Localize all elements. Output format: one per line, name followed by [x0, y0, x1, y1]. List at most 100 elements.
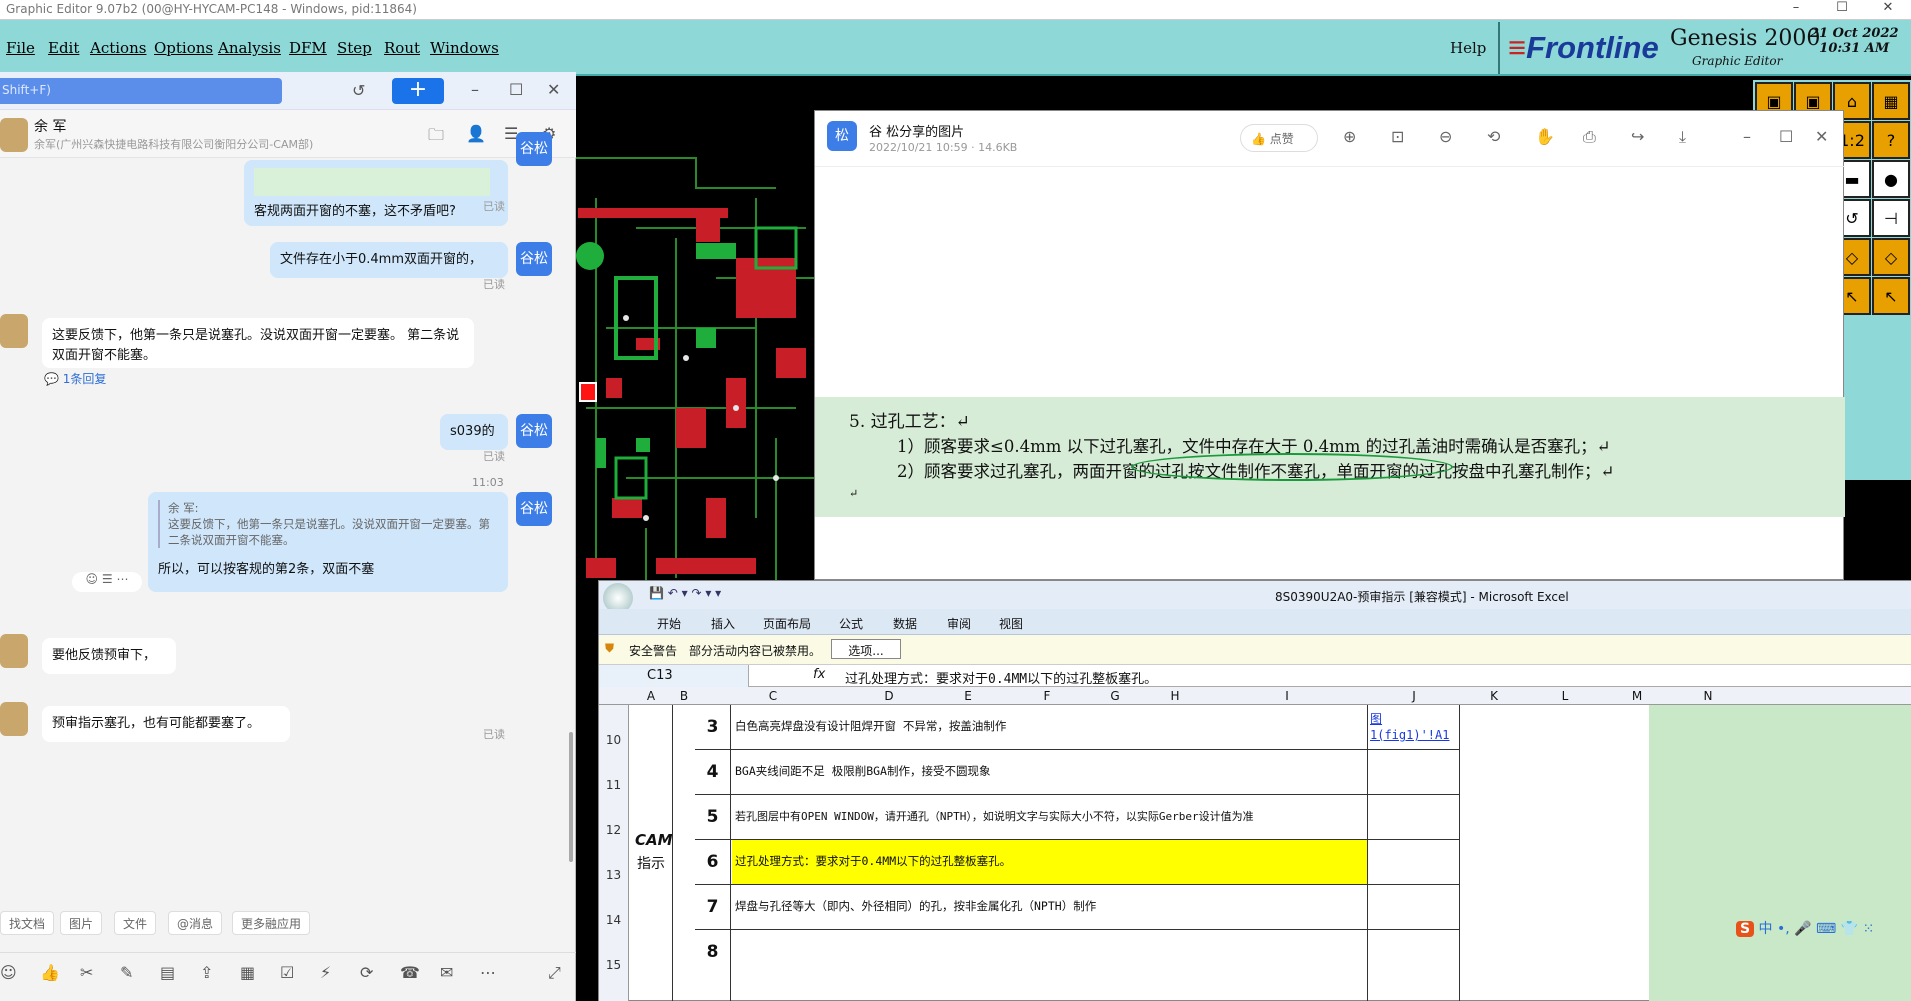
maximize-button[interactable]: ☐	[1819, 0, 1865, 15]
col-header-c[interactable]: C	[695, 689, 851, 703]
call-icon[interactable]: ☎	[400, 963, 420, 982]
contact-avatar[interactable]	[0, 314, 28, 348]
menu-windows[interactable]: Windows	[430, 39, 499, 57]
function-icon[interactable]: fx	[813, 667, 825, 682]
message-bubble[interactable]: s039的	[440, 414, 508, 450]
actual-size-icon[interactable]: ⊡	[1391, 127, 1404, 146]
table-row[interactable]: 5 若孔图层中有OPEN WINDOW，请开通孔（NPTH），如说明文字与实际大…	[695, 795, 1459, 840]
tab-page-layout[interactable]: 页面布局	[763, 615, 811, 632]
table-row[interactable]: 7 焊盘与孔径等大（即内、外径相同）的孔，按非金属化孔（NPTH）制作	[695, 885, 1459, 930]
reply-link[interactable]: 💬 1条回复	[44, 370, 106, 387]
sheet-grid[interactable]: CAM 指示 10 3 白色高亮焊盘没有设计阻焊开窗 不异常，按盖油制作 图1(…	[599, 705, 1911, 1001]
add-button[interactable]: +	[392, 78, 444, 104]
menu-rout[interactable]: Rout	[384, 39, 420, 57]
col-header-g[interactable]: G	[1085, 689, 1145, 703]
menu-edit[interactable]: Edit	[48, 39, 79, 57]
message-bubble[interactable]: 客规两面开窗的不塞，这不矛盾吧?	[244, 160, 508, 226]
row-number-15[interactable]: 15	[599, 930, 629, 1001]
col-header-h[interactable]: H	[1145, 689, 1205, 703]
menu-file[interactable]: File	[6, 39, 35, 57]
print-icon[interactable]: ⎙	[1583, 127, 1596, 147]
pcb-canvas[interactable]	[576, 78, 816, 598]
link-cell[interactable]	[1367, 840, 1459, 885]
expand-icon[interactable]: ⤢	[548, 963, 561, 983]
history-icon[interactable]: ↺	[352, 81, 365, 100]
share-icon[interactable]: ↪	[1631, 127, 1644, 146]
col-header-f[interactable]: F	[1009, 689, 1085, 703]
bolt-icon[interactable]: ⚡	[320, 963, 331, 982]
close-icon[interactable]: ✕	[1815, 127, 1828, 146]
sogou-icon[interactable]: S	[1736, 921, 1755, 937]
maximize-icon[interactable]: ☐	[1779, 127, 1793, 146]
maximize-icon[interactable]: ☐	[509, 80, 523, 99]
sync-icon[interactable]: ⟳	[360, 963, 373, 982]
mention-button[interactable]: @消息	[168, 911, 223, 935]
minimize-icon[interactable]: –	[471, 80, 479, 99]
menu-actions[interactable]: Actions	[90, 39, 146, 57]
rotate-icon[interactable]: ⟲	[1487, 127, 1500, 146]
contact-avatar[interactable]	[0, 118, 28, 152]
search-input[interactable]: Shift+F)	[0, 78, 282, 104]
scissors-icon[interactable]: ✂	[80, 963, 93, 982]
zoom-out-icon[interactable]: ⊖	[1439, 127, 1452, 146]
file-button[interactable]: 文件	[114, 911, 157, 935]
hyperlink[interactable]: 图1(fig1)'!A1	[1370, 711, 1458, 743]
col-header-l[interactable]: L	[1529, 689, 1601, 703]
link-cell[interactable]: 图1(fig1)'!A1	[1367, 705, 1459, 750]
like-button[interactable]: 👍 点赞	[1240, 124, 1318, 152]
tool-button-16[interactable]: ⊣	[1872, 199, 1910, 237]
add-user-icon[interactable]: 👤	[466, 124, 486, 143]
mail-icon[interactable]: ✉	[440, 963, 453, 982]
tool-button-4[interactable]: ▦	[1872, 82, 1910, 120]
col-header-k[interactable]: K	[1459, 689, 1529, 703]
download-icon[interactable]: ⤓	[1679, 127, 1686, 147]
formula-input[interactable]: 过孔处理方式：要求对于0.4MM以下的过孔整板塞孔。	[845, 668, 1157, 687]
tab-data[interactable]: 数据	[893, 615, 917, 632]
menu-analysis[interactable]: Analysis	[218, 39, 281, 57]
quick-access-icons[interactable]: 💾 ↶ ▾ ↷ ▾ ▾	[649, 586, 721, 600]
row-number-12[interactable]: 12	[599, 795, 629, 840]
scrollbar[interactable]	[569, 732, 573, 862]
upload-icon[interactable]: ⇪	[200, 963, 213, 982]
menu-step[interactable]: Step	[337, 39, 372, 57]
menu-help[interactable]: Help	[1450, 39, 1486, 57]
contact-avatar[interactable]	[0, 634, 28, 668]
tab-formulas[interactable]: 公式	[839, 615, 863, 632]
thumbs-up-icon[interactable]: 👍	[40, 963, 60, 982]
link-cell[interactable]	[1367, 930, 1459, 1001]
message-actions[interactable]: ☺ ☰ ⋯	[72, 572, 142, 592]
message-bubble[interactable]: 这要反馈下，他第一条只是说塞孔。没说双面开窗一定要塞。 第二条说双面开窗不能塞。	[42, 318, 474, 368]
table-row-highlighted[interactable]: 6 过孔处理方式：要求对于0.4MM以下的过孔整板塞孔。	[695, 840, 1459, 885]
shared-image[interactable]: 5. 过孔工艺：↵ 1）顾客要求≤0.4mm 以下过孔塞孔，文件中存在大于 0.…	[815, 397, 1845, 517]
tab-review[interactable]: 审阅	[947, 615, 971, 632]
minimize-icon[interactable]: –	[1743, 127, 1751, 146]
folder-icon[interactable]: 🗀	[428, 124, 444, 151]
tool-button-12[interactable]: ●	[1872, 160, 1910, 198]
col-header-a[interactable]: A	[629, 689, 673, 703]
message-bubble[interactable]: 文件存在小于0.4mm双面开窗的，	[270, 242, 508, 278]
self-avatar[interactable]: 谷松	[516, 492, 552, 526]
minimize-button[interactable]: –	[1773, 0, 1819, 15]
message-bubble[interactable]: 余 军: 这要反馈下，他第一条只是说塞孔。没说双面开窗一定要塞。第二条说双面开窗…	[148, 492, 508, 592]
row-number-10[interactable]: 10	[599, 705, 629, 750]
tab-insert[interactable]: 插入	[711, 615, 735, 632]
table-row[interactable]: 3 白色高亮焊盘没有设计阻焊开窗 不异常，按盖油制作 图1(fig1)'!A1	[695, 705, 1459, 750]
check-icon[interactable]: ☑	[280, 963, 294, 982]
document-icon[interactable]: ▤	[160, 963, 175, 982]
contact-avatar[interactable]	[0, 702, 28, 736]
sharer-avatar[interactable]: 松	[827, 121, 857, 151]
col-header-n[interactable]: N	[1673, 689, 1743, 703]
row-number-14[interactable]: 14	[599, 885, 629, 930]
zoom-in-icon[interactable]: ⊕	[1343, 127, 1356, 146]
image-button[interactable]: 图片	[60, 911, 103, 935]
emoji-icon[interactable]: ☺	[0, 963, 17, 982]
close-icon[interactable]: ✕	[547, 80, 560, 99]
table-row[interactable]: 8	[695, 930, 1459, 1001]
row-number-11[interactable]: 11	[599, 750, 629, 795]
message-bubble[interactable]: 预审指示塞孔，也有可能都要塞了。	[42, 706, 290, 742]
more-icon[interactable]: ⋯	[480, 963, 496, 982]
menu-dfm[interactable]: DFM	[289, 39, 327, 57]
self-avatar[interactable]: 谷松	[516, 414, 552, 448]
menu-options[interactable]: Options	[154, 39, 213, 57]
col-header-j[interactable]: J	[1369, 689, 1459, 703]
